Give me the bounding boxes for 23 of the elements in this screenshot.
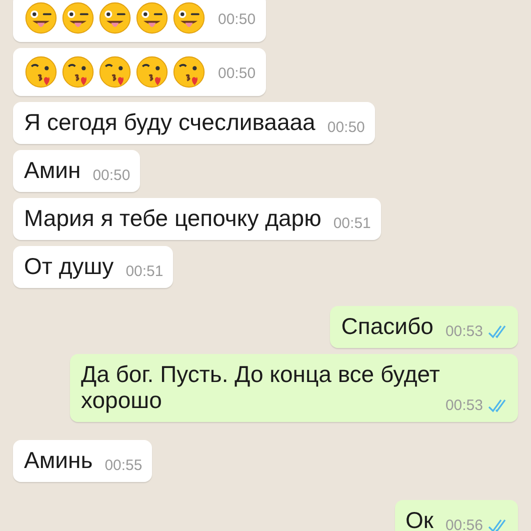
kissing-face-icon xyxy=(135,55,169,89)
message-text: Да бог. Пусть. До конца все будет хорошо xyxy=(81,361,440,413)
message-time: 00:50 xyxy=(218,11,256,29)
message-time: 00:53 xyxy=(445,397,483,415)
message-text: Спасибо xyxy=(341,313,434,339)
message-text: Аминь xyxy=(24,447,93,473)
message-text: Мария я тебе цепочку дарю xyxy=(24,205,322,231)
message-text: От душу xyxy=(24,253,114,279)
kissing-face-icon xyxy=(24,55,58,89)
message-time: 00:53 xyxy=(445,323,483,341)
message-text: Я сегодя буду счесливаааа xyxy=(24,109,316,135)
message-time: 00:50 xyxy=(327,119,365,137)
message-time: 00:50 xyxy=(218,65,256,83)
message-text: Ок xyxy=(406,507,434,531)
message-time: 00:51 xyxy=(333,215,371,233)
message-text: Амин xyxy=(24,157,81,183)
message-time: 00:50 xyxy=(92,167,130,185)
kissing-face-icon xyxy=(98,55,132,89)
message-time: 00:55 xyxy=(104,457,142,475)
message-time: 00:51 xyxy=(126,263,164,281)
kissing-face-icon xyxy=(172,55,206,89)
message-time: 00:56 xyxy=(445,517,483,531)
kissing-face-icon xyxy=(61,55,95,89)
